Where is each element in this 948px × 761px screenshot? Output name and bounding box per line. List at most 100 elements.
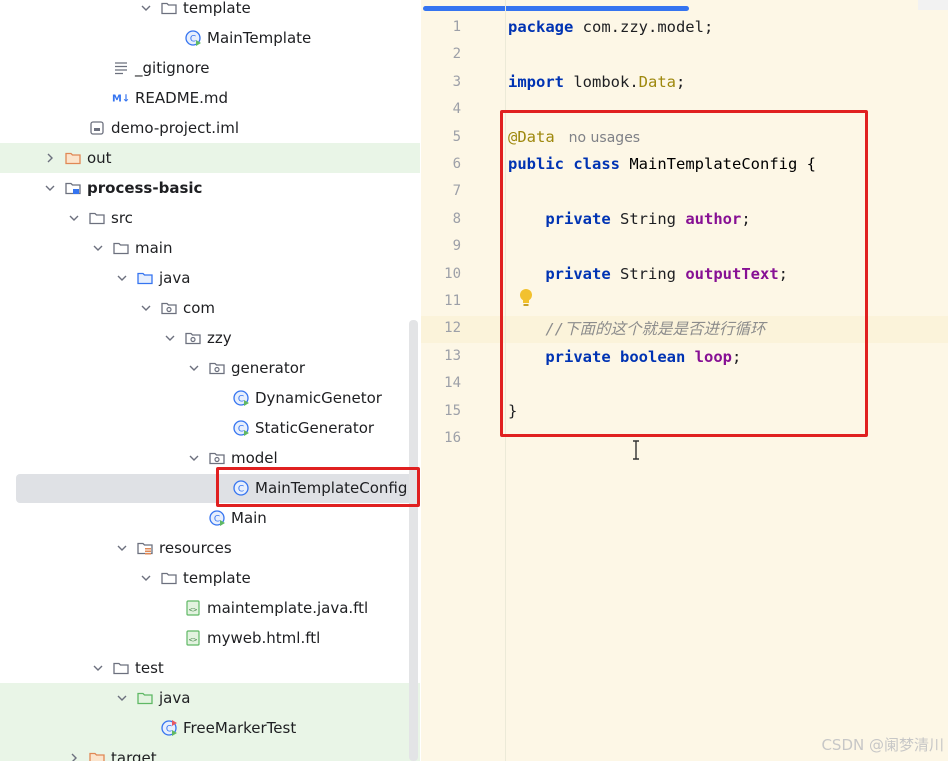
- svg-text:C: C: [238, 485, 244, 495]
- folder-icon: [88, 209, 106, 227]
- tree-item[interactable]: test: [0, 653, 420, 683]
- tree-item-label: demo-project.iml: [111, 119, 240, 137]
- line-number: 9: [452, 238, 461, 255]
- tree-item[interactable]: C FreeMarkerTest: [0, 713, 420, 743]
- code-editor[interactable]: 1 2 3 4 5 6 7 8 9 10 11 12 13 14 15 16 package com.zzy.…: [421, 0, 948, 761]
- text-cursor-icon: [633, 440, 639, 460]
- tree-item[interactable]: C MainTemplate: [0, 23, 420, 53]
- tree-item[interactable]: java: [0, 263, 420, 293]
- tree-item-label: generator: [231, 359, 306, 377]
- lightbulb-icon[interactable]: [516, 287, 536, 309]
- chevron-down-icon[interactable]: [114, 540, 130, 556]
- code-line-3[interactable]: import lombok.Data;: [508, 69, 685, 96]
- tree-item[interactable]: <> maintemplate.java.ftl: [0, 593, 420, 623]
- java-main-class-icon: C: [232, 389, 250, 407]
- tree-item[interactable]: process-basic: [0, 173, 420, 203]
- chevron-down-icon[interactable]: [162, 330, 178, 346]
- chevron-down-icon[interactable]: [114, 690, 130, 706]
- tree-item[interactable]: C Main: [0, 503, 420, 533]
- java-class-icon: C: [232, 479, 250, 497]
- chevron-right-icon[interactable]: [66, 750, 82, 761]
- java-main-class-icon: C: [184, 29, 202, 47]
- svg-text:C: C: [166, 725, 172, 735]
- tree-item[interactable]: zzy: [0, 323, 420, 353]
- tree-item[interactable]: target: [0, 743, 420, 761]
- chevron-down-icon[interactable]: [186, 450, 202, 466]
- line-number: 6: [452, 156, 461, 172]
- line-number: 7: [452, 183, 461, 200]
- chevron-down-icon[interactable]: [186, 360, 202, 376]
- tree-item[interactable]: src: [0, 203, 420, 233]
- tree-item[interactable]: model: [0, 443, 420, 473]
- tree-item[interactable]: main: [0, 233, 420, 263]
- chevron-down-icon[interactable]: [90, 240, 106, 256]
- chevron-right-icon[interactable]: [42, 150, 58, 166]
- chevron-down-icon[interactable]: [90, 660, 106, 676]
- chevron-down-icon[interactable]: [42, 180, 58, 196]
- code-line-13[interactable]: private boolean loop;: [508, 344, 741, 371]
- import-semicolon: ;: [675, 73, 686, 91]
- keyword-private: private: [545, 265, 611, 283]
- tree-item[interactable]: out: [0, 143, 420, 173]
- tree-item[interactable]: resources: [0, 533, 420, 563]
- tree-item-label: test: [135, 659, 164, 677]
- field-loop: loop: [694, 348, 732, 366]
- usages-inlay-hint[interactable]: no usages: [569, 130, 640, 146]
- code-line-8[interactable]: private String author;: [508, 206, 750, 233]
- chevron-down-icon[interactable]: [138, 0, 154, 16]
- tree-item-label: MainTemplate: [207, 29, 312, 47]
- code-line-1[interactable]: package com.zzy.model;: [508, 14, 713, 41]
- chevron-down-icon[interactable]: [66, 210, 82, 226]
- field-output-text: outputText: [685, 265, 779, 283]
- code-line-15[interactable]: }: [508, 398, 517, 425]
- tree-item-label: process-basic: [87, 179, 203, 197]
- keyword-public: public: [508, 155, 564, 173]
- tree-item[interactable]: C DynamicGenetor: [0, 383, 420, 413]
- source-root-icon: [136, 269, 154, 287]
- tree-item[interactable]: java: [0, 683, 420, 713]
- tree-item[interactable]: M↓ README.md: [0, 83, 420, 113]
- tree-scrollbar[interactable]: [409, 320, 418, 761]
- package-name: com.zzy.model;: [573, 18, 714, 36]
- tree-item-label: resources: [159, 539, 232, 557]
- tree-item[interactable]: template: [0, 0, 420, 23]
- module-folder-icon: [64, 179, 82, 197]
- tree-item[interactable]: C StaticGenerator: [0, 413, 420, 443]
- tree-item-label: model: [231, 449, 278, 467]
- line-number: 11: [444, 293, 461, 309]
- tree-item[interactable]: _gitignore: [0, 53, 420, 83]
- line-number: 14: [444, 375, 461, 392]
- tree-item[interactable]: generator: [0, 353, 420, 383]
- tree-item-label: out: [87, 149, 112, 167]
- keyword-boolean: boolean: [620, 348, 686, 366]
- tree-item-label: target: [111, 749, 157, 761]
- line-number: 3: [452, 73, 461, 90]
- tree-item[interactable]: <> myweb.html.ftl: [0, 623, 420, 653]
- code-line-6[interactable]: public class MainTemplateConfig {: [508, 151, 816, 178]
- resources-folder-icon: [136, 539, 154, 557]
- line-number: 8: [452, 210, 461, 227]
- chevron-down-icon[interactable]: [138, 570, 154, 586]
- tree-item[interactable]: template: [0, 563, 420, 593]
- folder-icon: [160, 569, 178, 587]
- tree-item[interactable]: demo-project.iml: [0, 113, 420, 143]
- package-icon: [208, 449, 226, 467]
- java-test-class-icon: C: [160, 719, 178, 737]
- tree-item-label: zzy: [207, 329, 232, 347]
- code-line-10[interactable]: private String outputText;: [508, 261, 788, 288]
- svg-text:C: C: [214, 515, 220, 525]
- tree-item-label: maintemplate.java.ftl: [207, 599, 369, 617]
- text-file-icon: [112, 59, 130, 77]
- code-comment: //下面的这个就是是否进行循环: [545, 320, 766, 338]
- package-icon: [208, 359, 226, 377]
- svg-text:C: C: [190, 35, 196, 45]
- svg-text:C: C: [238, 395, 244, 405]
- chevron-down-icon[interactable]: [138, 300, 154, 316]
- chevron-down-icon[interactable]: [114, 270, 130, 286]
- code-line-12[interactable]: //下面的这个就是是否进行循环: [508, 316, 766, 343]
- code-line-5[interactable]: @Data no usages: [508, 124, 640, 151]
- tree-item[interactable]: C MainTemplateConfig: [0, 473, 420, 503]
- line-number: 4: [452, 101, 461, 118]
- line-number: 10: [444, 265, 461, 282]
- tree-item[interactable]: com: [0, 293, 420, 323]
